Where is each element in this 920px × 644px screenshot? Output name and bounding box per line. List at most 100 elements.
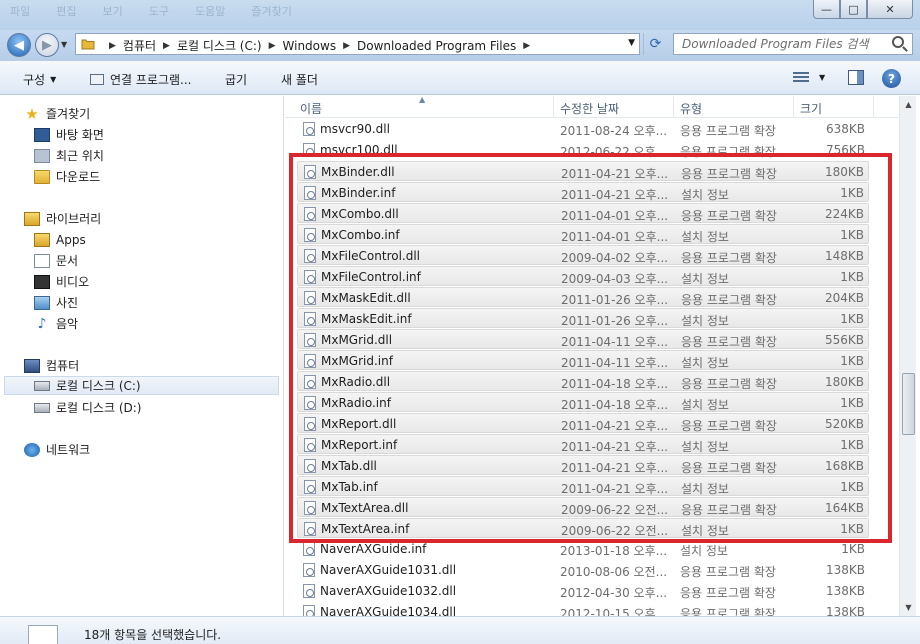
nav-pictures[interactable]: 사진 [34,293,78,312]
column-type[interactable]: 유형 [680,100,702,117]
file-row[interactable]: MxMGrid.inf 2011-04-11 오후... 설치 정보 1KB [297,350,869,370]
nav-favorites[interactable]: ★ 즐겨찾기 [24,104,90,123]
chevron-right-icon[interactable]: ▶ [523,41,530,51]
refresh-button[interactable]: ⟳ [643,33,667,55]
file-row[interactable]: MxTextArea.inf 2009-06-22 오전... 설치 정보 1KB [297,518,869,538]
file-name: msvcr100.dll [320,143,398,157]
file-row[interactable]: MxReport.dll 2011-04-21 오후... 응용 프로그램 확장 52… [297,413,869,433]
status-bar: 18개 항목을 선택했습니다. [0,616,920,644]
search-input[interactable] [674,34,884,54]
chevron-right-icon[interactable]: ▶ [163,41,170,51]
file-type: 응용 프로그램 확장 [680,607,776,616]
new-folder-button[interactable]: 새 폴더 [281,71,318,88]
column-divider[interactable] [553,96,554,118]
nav-downloads[interactable]: 다운로드 [34,167,100,186]
file-list: 이름 ▲ 수정한 날짜 유형 크기 msvcr90.dll 2011-08-24 … [285,96,899,616]
file-row[interactable]: MxBinder.inf 2011-04-21 오후... 설치 정보 1KB [297,182,869,202]
file-row[interactable]: MxMGrid.dll 2011-04-11 오후... 응용 프로그램 확장 556… [297,329,869,349]
search-box[interactable] [673,33,913,55]
nav-desktop[interactable]: 바탕 화면 [34,125,104,144]
organize-button[interactable]: 구성 ▼ [23,71,56,88]
chevron-right-icon[interactable]: ▶ [109,41,116,51]
file-type: 설치 정보 [681,398,729,412]
file-row[interactable]: MxCombo.inf 2011-04-01 오후... 설치 정보 1KB [297,224,869,244]
burn-button[interactable]: 굽기 [225,71,247,88]
view-options-icon[interactable] [793,72,809,84]
vertical-scrollbar[interactable]: ▲ ▼ [899,96,916,616]
column-date[interactable]: 수정한 날짜 [560,100,619,117]
file-type: 설치 정보 [680,544,728,558]
recent-pages-dropdown[interactable]: ▼ [61,40,67,49]
file-row[interactable]: MxCombo.dll 2011-04-01 오후... 응용 프로그램 확장 224… [297,203,869,223]
minimize-button[interactable]: — [813,0,840,19]
file-row[interactable]: MxRadio.dll 2011-04-18 오후... 응용 프로그램 확장 180… [297,371,869,391]
file-row[interactable]: MxFileControl.dll 2009-04-02 오후... 응용 프로그램… [297,245,869,265]
close-button[interactable]: ✕ [867,0,913,19]
file-row[interactable]: MxRadio.inf 2011-04-18 오후... 설치 정보 1KB [297,392,869,412]
file-row[interactable]: MxFileControl.inf 2009-04-03 오후... 설치 정보 1K… [297,266,869,286]
file-row[interactable]: NaverAXGuide1034.dll 2012-10-15 오후... 응용 프… [297,602,869,616]
file-row[interactable]: MxReport.inf 2011-04-21 오후... 설치 정보 1KB [297,434,869,454]
chevron-down-icon[interactable]: ▼ [628,38,635,48]
nav-network[interactable]: 네트워크 [24,440,90,459]
breadcrumb-drive-c[interactable]: 로컬 디스크 (C:) [177,37,262,54]
file-row[interactable]: msvcr100.dll 2012-06-22 오후... 응용 프로그램 확장 75… [297,140,869,160]
file-row[interactable]: MxTab.dll 2011-04-21 오후... 응용 프로그램 확장 168KB [297,455,869,475]
breadcrumb-downloaded-program-files[interactable]: Downloaded Program Files [357,39,516,53]
command-bar: 구성 ▼ 연결 프로그램... 굽기 새 폴더 ▼ ? [0,60,920,95]
breadcrumb-computer[interactable]: 컴퓨터 [123,37,156,54]
file-row[interactable]: NaverAXGuide.inf 2013-01-18 오후... 설치 정보 1KB [297,539,869,559]
nav-videos[interactable]: 비디오 [34,272,89,291]
refresh-icon: ⟳ [649,36,662,52]
nav-libraries[interactable]: 라이브러리 [24,209,101,228]
column-divider[interactable] [673,96,674,118]
file-row[interactable]: msvcr90.dll 2011-08-24 오후... 응용 프로그램 확장 638… [297,119,869,139]
column-divider[interactable] [793,96,794,118]
arrow-left-icon: ◀ [14,37,24,53]
nav-label: 바탕 화면 [56,128,104,142]
file-row[interactable]: MxTextArea.dll 2009-06-22 오전... 응용 프로그램 확장… [297,497,869,517]
file-row[interactable]: MxMaskEdit.dll 2011-01-26 오후... 응용 프로그램 확장… [297,287,869,307]
scroll-thumb[interactable] [902,373,915,435]
forward-button[interactable]: ▶ [35,33,59,57]
file-row[interactable]: NaverAXGuide1031.dll 2010-08-06 오전... 응용 프… [297,560,869,580]
nav-music[interactable]: ♪ 음악 [34,314,79,333]
nav-apps[interactable]: Apps [34,230,86,249]
drive-icon [34,380,50,391]
breadcrumb-windows[interactable]: Windows [283,39,337,53]
nav-documents[interactable]: 문서 [34,251,78,270]
chevron-right-icon[interactable]: ▶ [269,41,276,51]
menu-item[interactable]: 도구 [149,3,169,19]
open-with-button[interactable]: 연결 프로그램... [90,71,192,88]
menu-item[interactable]: 편집 [56,3,76,19]
file-name: MxTab.dll [321,459,377,473]
file-name: MxMaskEdit.dll [321,291,411,305]
column-divider[interactable] [873,96,874,118]
chevron-down-icon[interactable]: ▼ [819,73,825,82]
scroll-down-icon[interactable]: ▼ [900,599,917,616]
nav-drive-c[interactable]: 로컬 디스크 (C:) [4,376,279,395]
file-row[interactable]: MxTab.inf 2011-04-21 오후... 설치 정보 1KB [297,476,869,496]
file-row[interactable]: NaverAXGuide1032.dll 2012-04-30 오후... 응용 프… [297,581,869,601]
back-button[interactable]: ◀ [7,33,31,57]
maximize-button[interactable]: □ [840,0,867,19]
menu-item[interactable]: 파일 [10,3,30,19]
chevron-right-icon[interactable]: ▶ [343,41,350,51]
menu-item[interactable]: 보기 [103,3,123,19]
column-size[interactable]: 크기 [800,100,822,117]
menu-item[interactable]: 도움말 [195,3,225,19]
help-icon[interactable]: ? [882,69,901,88]
address-bar[interactable]: ▶ 컴퓨터 ▶ 로컬 디스크 (C:) ▶ Windows ▶ Download… [75,33,640,55]
nav-recent[interactable]: 최근 위치 [34,146,104,165]
file-icon [304,459,316,473]
column-name[interactable]: 이름 [300,100,322,117]
file-row[interactable]: MxMaskEdit.inf 2011-01-26 오후... 설치 정보 1KB [297,308,869,328]
file-name: MxTab.inf [321,480,378,494]
file-row[interactable]: MxBinder.dll 2011-04-21 오후... 응용 프로그램 확장 18… [297,161,869,181]
preview-pane-icon[interactable] [848,70,864,85]
nav-drive-d[interactable]: 로컬 디스크 (D:) [34,398,141,417]
nav-computer[interactable]: 컴퓨터 [24,356,79,375]
search-icon[interactable] [892,36,904,48]
menu-item[interactable]: 즐겨찾기 [251,3,291,19]
scroll-up-icon[interactable]: ▲ [900,96,917,113]
